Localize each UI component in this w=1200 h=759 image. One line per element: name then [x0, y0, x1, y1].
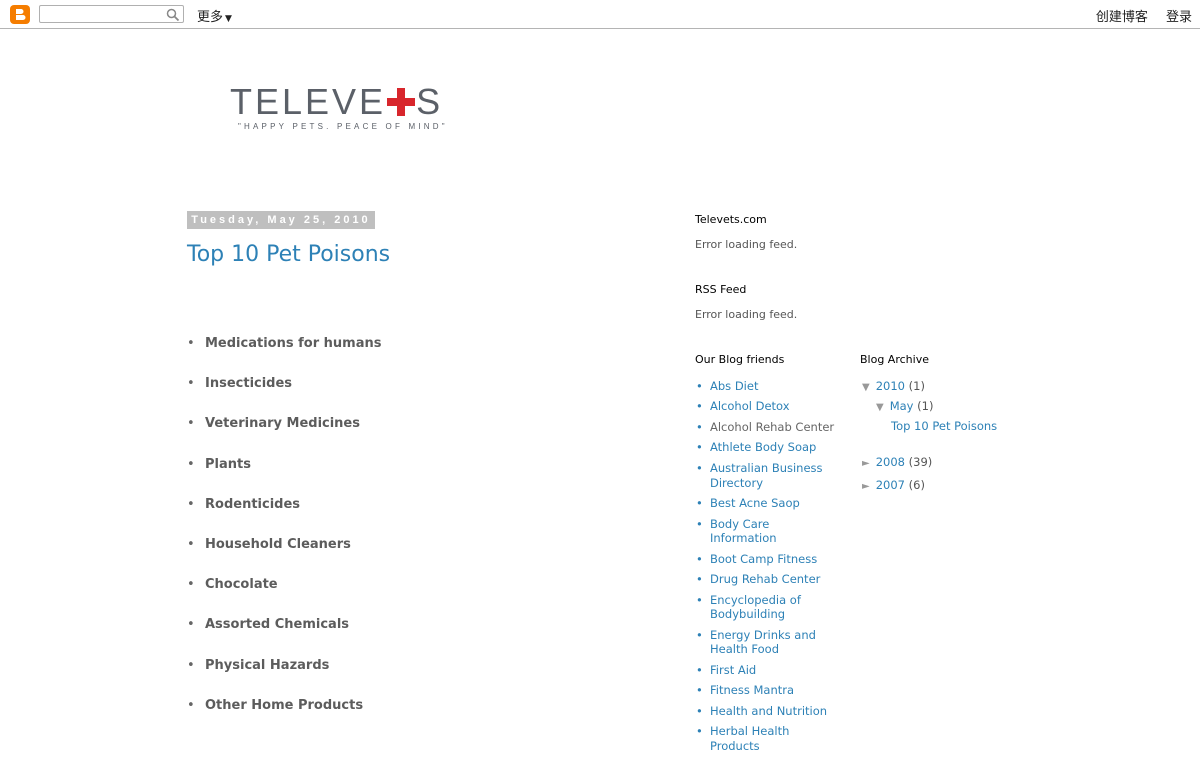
friend-link[interactable]: Fitness Mantra	[695, 683, 835, 698]
login-link[interactable]: 登录	[1166, 10, 1192, 25]
friend-link[interactable]: Health and Nutrition	[695, 704, 835, 719]
collapsed-toggle-icon[interactable]: ►	[862, 481, 870, 492]
friend-link[interactable]: Encyclopedia of Bodybuilding	[695, 593, 835, 622]
list-item: Insecticides	[187, 376, 381, 416]
collapsed-toggle-icon[interactable]: ►	[862, 458, 870, 469]
logo-wordmark: TELEVE S	[230, 84, 470, 120]
archive-year-label[interactable]: 2008	[876, 455, 905, 469]
archive-post-link[interactable]: Top 10 Pet Poisons	[891, 419, 997, 433]
televets-widget-title: Televets.com	[695, 213, 767, 226]
logo-text-right: S	[416, 81, 444, 122]
friend-link[interactable]: Alcohol Rehab Center	[695, 420, 835, 435]
search-box	[39, 5, 184, 26]
list-item: Plants	[187, 457, 381, 497]
friend-link[interactable]: First Aid	[695, 663, 835, 678]
friend-link[interactable]: Best Acne Saop	[695, 496, 835, 511]
archive-month-may[interactable]: ▼ May (1)	[876, 399, 933, 413]
logo-tagline: "HAPPY PETS. PEACE OF MIND"	[238, 122, 448, 131]
archive-count: (1)	[917, 399, 934, 413]
friend-link[interactable]: Body Care Information	[695, 517, 835, 546]
search-input[interactable]	[40, 9, 168, 26]
list-item: Household Cleaners	[187, 537, 381, 577]
friend-link[interactable]: Abs Diet	[695, 379, 835, 394]
archive-widget-title: Blog Archive	[860, 353, 929, 366]
archive-count: (1)	[908, 379, 925, 393]
red-cross-icon	[387, 88, 416, 116]
more-label: 更多	[197, 10, 224, 25]
list-item: Other Home Products	[187, 698, 381, 738]
archive-year-label[interactable]: 2007	[876, 478, 905, 492]
archive-year-2010[interactable]: ▼ 2010 (1)	[862, 379, 925, 393]
blogger-logo-icon[interactable]	[10, 5, 30, 24]
list-item: Physical Hazards	[187, 658, 381, 698]
list-item: Veterinary Medicines	[187, 416, 381, 456]
create-blog-link[interactable]: 创建博客	[1096, 10, 1148, 25]
logo-text-left: TELEVE	[230, 81, 387, 122]
friend-link[interactable]: Alcohol Detox	[695, 399, 835, 414]
rss-widget-title: RSS Feed	[695, 283, 747, 296]
friend-link[interactable]: Energy Drinks and Health Food	[695, 628, 835, 657]
friend-link[interactable]: Herbal Health Products	[695, 724, 835, 753]
archive-count: (39)	[908, 455, 933, 469]
friends-widget-title: Our Blog friends	[695, 353, 785, 366]
post-date: Tuesday, May 25, 2010	[187, 211, 375, 229]
archive-year-2008[interactable]: ► 2008 (39)	[862, 455, 932, 469]
archive-count: (6)	[908, 478, 925, 492]
list-item: Medications for humans	[187, 336, 381, 376]
list-item: Rodenticides	[187, 497, 381, 537]
expanded-toggle-icon[interactable]: ▼	[862, 382, 870, 393]
dropdown-caret-icon: ▼	[225, 14, 232, 24]
friend-link[interactable]: Boot Camp Fitness	[695, 552, 835, 567]
post-title[interactable]: Top 10 Pet Poisons	[187, 242, 390, 267]
more-menu[interactable]: 更多 ▼	[197, 6, 232, 25]
poison-list: Medications for humans Insecticides Vete…	[187, 336, 381, 738]
friend-link[interactable]: Australian Business Directory	[695, 461, 835, 490]
televets-feed-error: Error loading feed.	[695, 238, 798, 251]
archive-year-2007[interactable]: ► 2007 (6)	[862, 478, 925, 492]
site-logo[interactable]: TELEVE S "HAPPY PETS. PEACE OF MIND"	[230, 84, 470, 136]
friend-link[interactable]: Athlete Body Soap	[695, 440, 835, 455]
list-item: Assorted Chemicals	[187, 617, 381, 657]
expanded-toggle-icon[interactable]: ▼	[876, 402, 884, 413]
archive-year-label[interactable]: 2010	[876, 379, 905, 393]
blogger-navbar: 更多 ▼ 创建博客 登录	[0, 0, 1200, 29]
archive-month-label[interactable]: May	[890, 399, 914, 413]
search-icon[interactable]	[166, 7, 180, 26]
friend-link[interactable]: Drug Rehab Center	[695, 572, 835, 587]
list-item: Chocolate	[187, 577, 381, 617]
blog-friends-list: Abs Diet Alcohol Detox Alcohol Rehab Cen…	[695, 379, 835, 759]
nav-right: 创建博客 登录	[1082, 6, 1192, 25]
rss-feed-error: Error loading feed.	[695, 308, 798, 321]
